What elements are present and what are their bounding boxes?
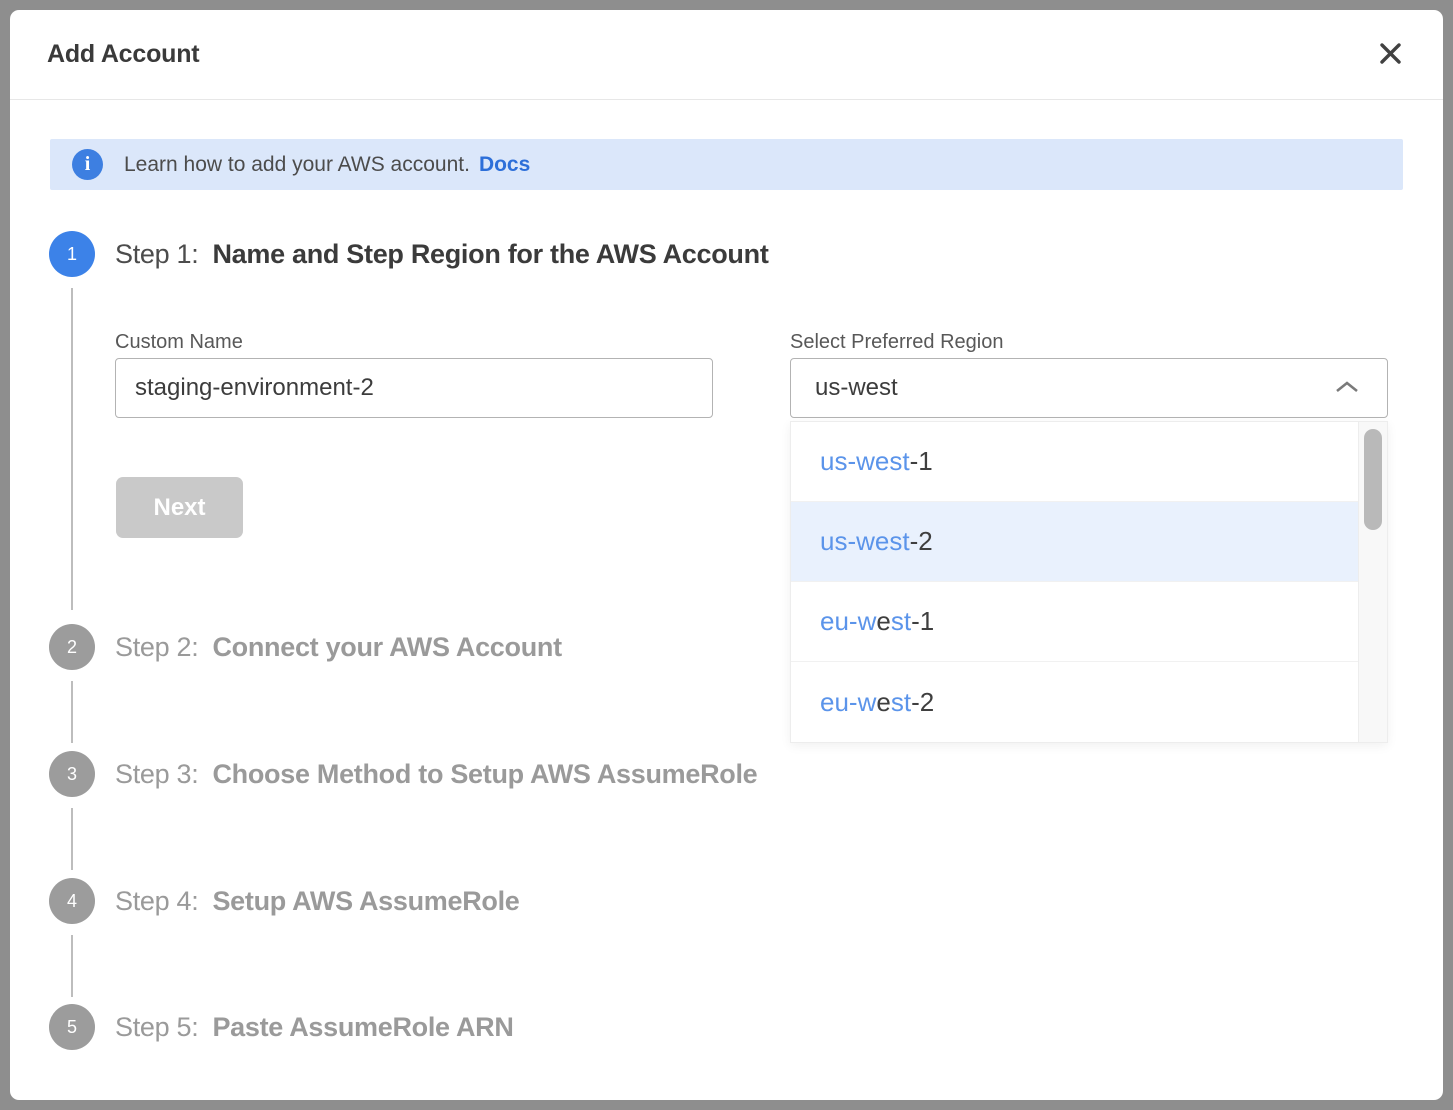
custom-name-input[interactable] [115, 358, 713, 418]
step-1-title: Name and Step Region for the AWS Account [212, 239, 768, 270]
region-label: Select Preferred Region [790, 331, 1003, 354]
option-matched-text: eu-w [820, 687, 876, 718]
add-account-modal: Add Account i Learn how to add your AWS … [10, 10, 1443, 1100]
region-option-eu-west-2[interactable]: eu-west-2 [791, 662, 1358, 742]
option-matched-text: st [891, 687, 911, 718]
step-row-2: 2 Step 2: Connect your AWS Account [49, 624, 562, 670]
dialog-backdrop: { "window": { "title": "Add Account" }, … [0, 0, 1453, 1110]
step-connector [71, 681, 73, 743]
step-3-prefix: Step 3: [115, 759, 198, 790]
step-4-prefix: Step 4: [115, 886, 198, 917]
close-icon [1378, 41, 1403, 69]
step-5-title: Paste AssumeRole ARN [212, 1012, 513, 1043]
step-connector [71, 288, 73, 610]
close-button[interactable] [1373, 38, 1407, 72]
step-4-title: Setup AWS AssumeRole [212, 886, 519, 917]
option-matched-text: eu-w [820, 606, 876, 637]
step-2-title: Connect your AWS Account [212, 632, 561, 663]
step-row-1: 1 Step 1: Name and Step Region for the A… [49, 231, 769, 277]
option-matched-text: us-west [820, 446, 910, 477]
step-1-prefix: Step 1: [115, 239, 198, 270]
region-options-list: us-west-1us-west-2eu-west-1eu-west-2 [791, 422, 1358, 742]
option-text: e [876, 687, 890, 718]
custom-name-label: Custom Name [115, 331, 243, 354]
info-banner: i Learn how to add your AWS account. Doc… [50, 139, 1403, 190]
region-combobox-input[interactable] [790, 358, 1388, 418]
option-text: -1 [910, 446, 933, 477]
region-option-us-west-2[interactable]: us-west-2 [791, 502, 1358, 582]
option-matched-text: st [891, 606, 911, 637]
modal-header: Add Account [10, 10, 1443, 100]
step-row-4: 4 Step 4: Setup AWS AssumeRole [49, 878, 520, 924]
option-text: -1 [911, 606, 934, 637]
option-text: e [876, 606, 890, 637]
step-2-badge: 2 [49, 624, 95, 670]
next-button[interactable]: Next [116, 477, 243, 538]
step-3-title: Choose Method to Setup AWS AssumeRole [212, 759, 757, 790]
region-option-eu-west-1[interactable]: eu-west-1 [791, 582, 1358, 662]
step-3-badge: 3 [49, 751, 95, 797]
step-connector [71, 935, 73, 997]
dropdown-scrollbar-thumb[interactable] [1364, 429, 1382, 530]
region-option-us-west-1[interactable]: us-west-1 [791, 422, 1358, 502]
step-5-badge: 5 [49, 1004, 95, 1050]
option-text: -2 [910, 526, 933, 557]
step-row-5: 5 Step 5: Paste AssumeRole ARN [49, 1004, 514, 1050]
step-row-3: 3 Step 3: Choose Method to Setup AWS Ass… [49, 751, 757, 797]
option-matched-text: us-west [820, 526, 910, 557]
step-1-badge: 1 [49, 231, 95, 277]
step-4-badge: 4 [49, 878, 95, 924]
info-icon: i [72, 149, 103, 180]
step-connector [71, 808, 73, 870]
region-collapse-control[interactable] [1323, 372, 1371, 406]
dropdown-scrollbar-track[interactable] [1358, 422, 1387, 742]
option-text: -2 [911, 687, 934, 718]
region-dropdown-panel: us-west-1us-west-2eu-west-1eu-west-2 [790, 421, 1388, 743]
docs-link[interactable]: Docs [479, 153, 530, 177]
modal-title: Add Account [47, 40, 199, 69]
banner-text: Learn how to add your AWS account. [124, 153, 470, 177]
chevron-up-icon [1335, 380, 1359, 398]
step-5-prefix: Step 5: [115, 1012, 198, 1043]
step-2-prefix: Step 2: [115, 632, 198, 663]
